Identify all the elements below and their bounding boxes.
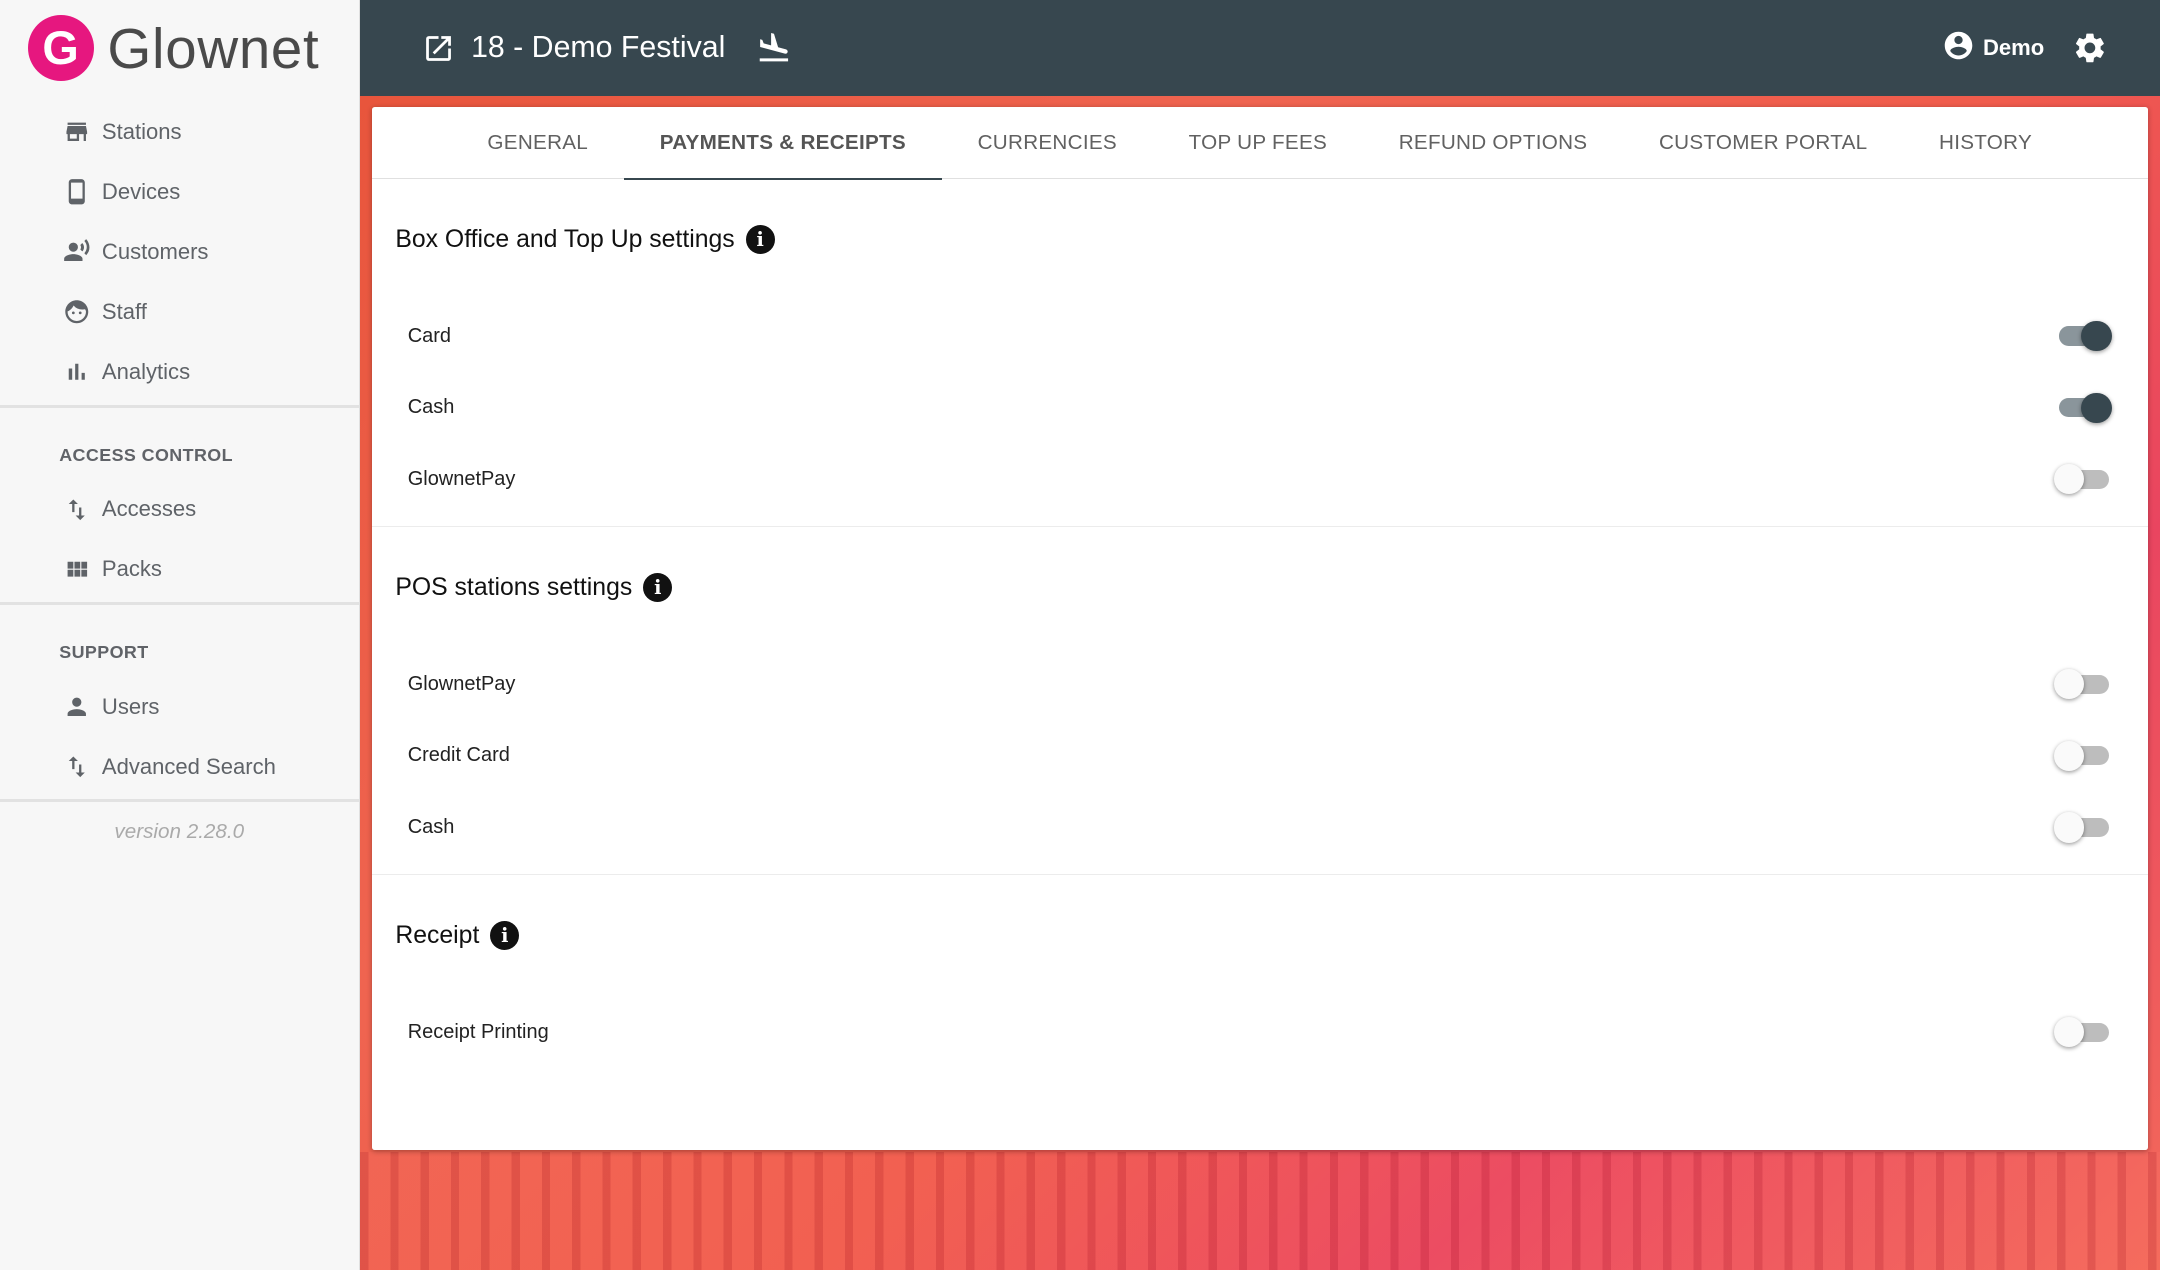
section-title-text: Receipt bbox=[395, 921, 480, 949]
setting-label: Credit Card bbox=[407, 744, 510, 767]
info-icon[interactable]: i bbox=[745, 225, 775, 255]
arrows-up-down-icon bbox=[63, 496, 91, 524]
settings-tabs: GENERAL PAYMENTS & RECEIPTS CURRENCIES T… bbox=[371, 107, 2148, 181]
sidebar-item-customers[interactable]: Customers bbox=[0, 222, 359, 282]
person-icon bbox=[63, 693, 91, 721]
tab-customer-portal[interactable]: CUSTOMER PORTAL bbox=[1623, 107, 1903, 179]
section-label-support: SUPPORT bbox=[59, 641, 149, 662]
card-toggle[interactable] bbox=[2057, 320, 2112, 352]
grid-icon bbox=[63, 556, 91, 584]
sidebar-item-label: Devices bbox=[101, 178, 181, 204]
sidebar-item-label: Analytics bbox=[101, 359, 191, 385]
event-title: 18 - Demo Festival bbox=[471, 31, 726, 65]
app-version: version 2.28.0 bbox=[114, 820, 245, 843]
setting-label: Card bbox=[407, 324, 452, 347]
pos-credit-card-toggle[interactable] bbox=[2053, 740, 2112, 771]
setting-row-pos-credit-card: Credit Card bbox=[372, 720, 2148, 792]
sidebar-divider bbox=[0, 799, 359, 803]
tab-history[interactable]: HISTORY bbox=[1903, 107, 2068, 179]
section-title-text: POS stations settings bbox=[395, 573, 633, 601]
sidebar-item-label: Users bbox=[101, 693, 160, 719]
setting-row-pos-cash: Cash bbox=[372, 792, 2148, 864]
face-icon bbox=[63, 298, 91, 326]
setting-row-cash: Cash bbox=[372, 372, 2148, 444]
sidebar-item-stations[interactable]: Stations bbox=[0, 102, 359, 162]
sidebar-item-devices[interactable]: Devices bbox=[0, 162, 359, 222]
sidebar-item-accesses[interactable]: Accesses bbox=[0, 479, 359, 539]
store-icon bbox=[63, 118, 91, 146]
customer-voice-icon bbox=[63, 238, 91, 266]
pos-glownetpay-toggle[interactable] bbox=[2053, 669, 2112, 700]
setting-row-pos-glownetpay: GlownetPay bbox=[372, 648, 2148, 720]
brand-logo[interactable]: G Glownet bbox=[0, 0, 359, 96]
user-name[interactable]: Demo bbox=[1983, 35, 2044, 61]
info-icon[interactable]: i bbox=[490, 921, 520, 951]
tab-currencies[interactable]: CURRENCIES bbox=[942, 107, 1153, 179]
sidebar-item-analytics[interactable]: Analytics bbox=[0, 342, 359, 402]
sidebar-item-staff[interactable]: Staff bbox=[0, 282, 359, 342]
setting-label: Cash bbox=[407, 396, 455, 419]
sidebar-item-label: Accesses bbox=[101, 496, 197, 522]
setting-row-glownetpay: GlownetPay bbox=[372, 444, 2148, 516]
logo-text: Glownet bbox=[107, 16, 320, 80]
section-label-access-control: ACCESS CONTROL bbox=[59, 444, 233, 465]
sidebar-item-label: Staff bbox=[101, 299, 147, 325]
section-title: POS stations settings i bbox=[372, 527, 2148, 648]
arrows-up-down-icon bbox=[63, 753, 91, 781]
sidebar-item-users[interactable]: Users bbox=[0, 677, 359, 737]
receipt-settings-section: Receipt i Receipt Printing bbox=[372, 875, 2148, 1079]
top-header: 18 - Demo Festival Demo bbox=[359, 0, 2160, 97]
pos-stations-settings-section: POS stations settings i GlownetPay Credi… bbox=[371, 527, 2148, 876]
setting-row-card: Card bbox=[372, 300, 2148, 372]
tab-top-up-fees[interactable]: TOP UP FEES bbox=[1153, 107, 1363, 179]
tab-payments-receipts[interactable]: PAYMENTS & RECEIPTS bbox=[623, 107, 942, 181]
section-title: Box Office and Top Up settings i bbox=[372, 179, 2148, 300]
sidebar-item-packs[interactable]: Packs bbox=[0, 539, 359, 599]
section-title: Receipt i bbox=[372, 875, 2148, 996]
sidebar: G Glownet Stations Devices Customers Sta… bbox=[0, 0, 360, 1270]
logo-mark: G bbox=[27, 15, 94, 82]
tab-refund-options[interactable]: REFUND OPTIONS bbox=[1363, 107, 1623, 179]
sidebar-item-advanced-search[interactable]: Advanced Search bbox=[0, 737, 359, 797]
account-circle-icon[interactable] bbox=[1942, 29, 1975, 68]
setting-label: GlownetPay bbox=[407, 467, 516, 490]
setting-label: GlownetPay bbox=[407, 672, 516, 695]
pos-cash-toggle[interactable] bbox=[2053, 812, 2112, 843]
gear-icon[interactable] bbox=[2072, 30, 2108, 66]
smartphone-icon bbox=[63, 178, 91, 206]
setting-label: Cash bbox=[407, 815, 455, 838]
cash-toggle[interactable] bbox=[2057, 392, 2112, 423]
tab-general[interactable]: GENERAL bbox=[452, 107, 624, 179]
app-root: G Glownet Stations Devices Customers Sta… bbox=[0, 0, 2160, 1270]
header-user-area: Demo bbox=[1942, 29, 2108, 68]
box-office-settings-section: Box Office and Top Up settings i Card Ca… bbox=[371, 179, 2148, 528]
flight-land-icon[interactable] bbox=[756, 30, 792, 66]
sidebar-item-label: Advanced Search bbox=[101, 753, 276, 779]
receipt-printing-toggle[interactable] bbox=[2053, 1017, 2112, 1048]
setting-label: Receipt Printing bbox=[407, 1020, 549, 1043]
sidebar-item-label: Packs bbox=[101, 556, 162, 582]
sidebar-item-label: Stations bbox=[101, 118, 182, 144]
section-title-text: Box Office and Top Up settings bbox=[395, 225, 735, 253]
glownetpay-toggle[interactable] bbox=[2053, 464, 2112, 495]
info-icon[interactable]: i bbox=[643, 573, 673, 603]
setting-row-receipt-printing: Receipt Printing bbox=[372, 997, 2148, 1069]
bar-chart-icon bbox=[63, 358, 91, 386]
sidebar-item-label: Customers bbox=[101, 239, 209, 265]
settings-card: GENERAL PAYMENTS & RECEIPTS CURRENCIES T… bbox=[371, 107, 2148, 1151]
open-external-icon[interactable] bbox=[422, 32, 455, 65]
